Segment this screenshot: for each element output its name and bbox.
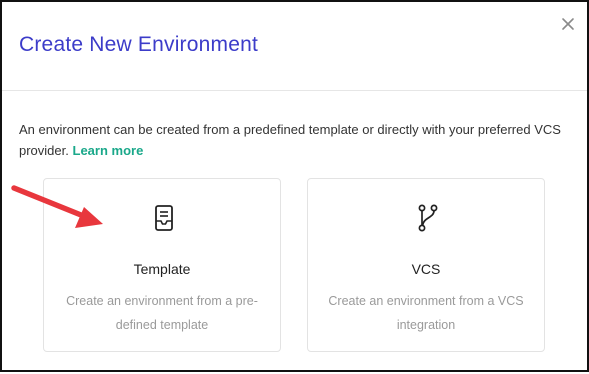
dialog-frame: Create New Environment An environment ca…	[0, 0, 589, 372]
template-icon	[155, 205, 173, 231]
vcs-title: VCS	[411, 261, 441, 277]
vcs-option-card[interactable]: VCS Create an environment from a VCS int…	[307, 178, 545, 352]
learn-more-link[interactable]: Learn more	[73, 143, 144, 158]
dialog-header: Create New Environment	[2, 2, 587, 91]
vcs-description: Create an environment from a VCS integra…	[328, 294, 524, 332]
close-icon[interactable]	[558, 14, 578, 34]
template-description: Create an environment from a pre-defined…	[66, 294, 258, 332]
template-title: Template	[133, 261, 191, 277]
dialog-title: Create New Environment	[19, 33, 258, 56]
dialog-description: An environment can be created from a pre…	[19, 119, 579, 161]
template-option-card[interactable]: Template Create an environment from a pr…	[43, 178, 281, 352]
branch-icon	[418, 204, 438, 232]
